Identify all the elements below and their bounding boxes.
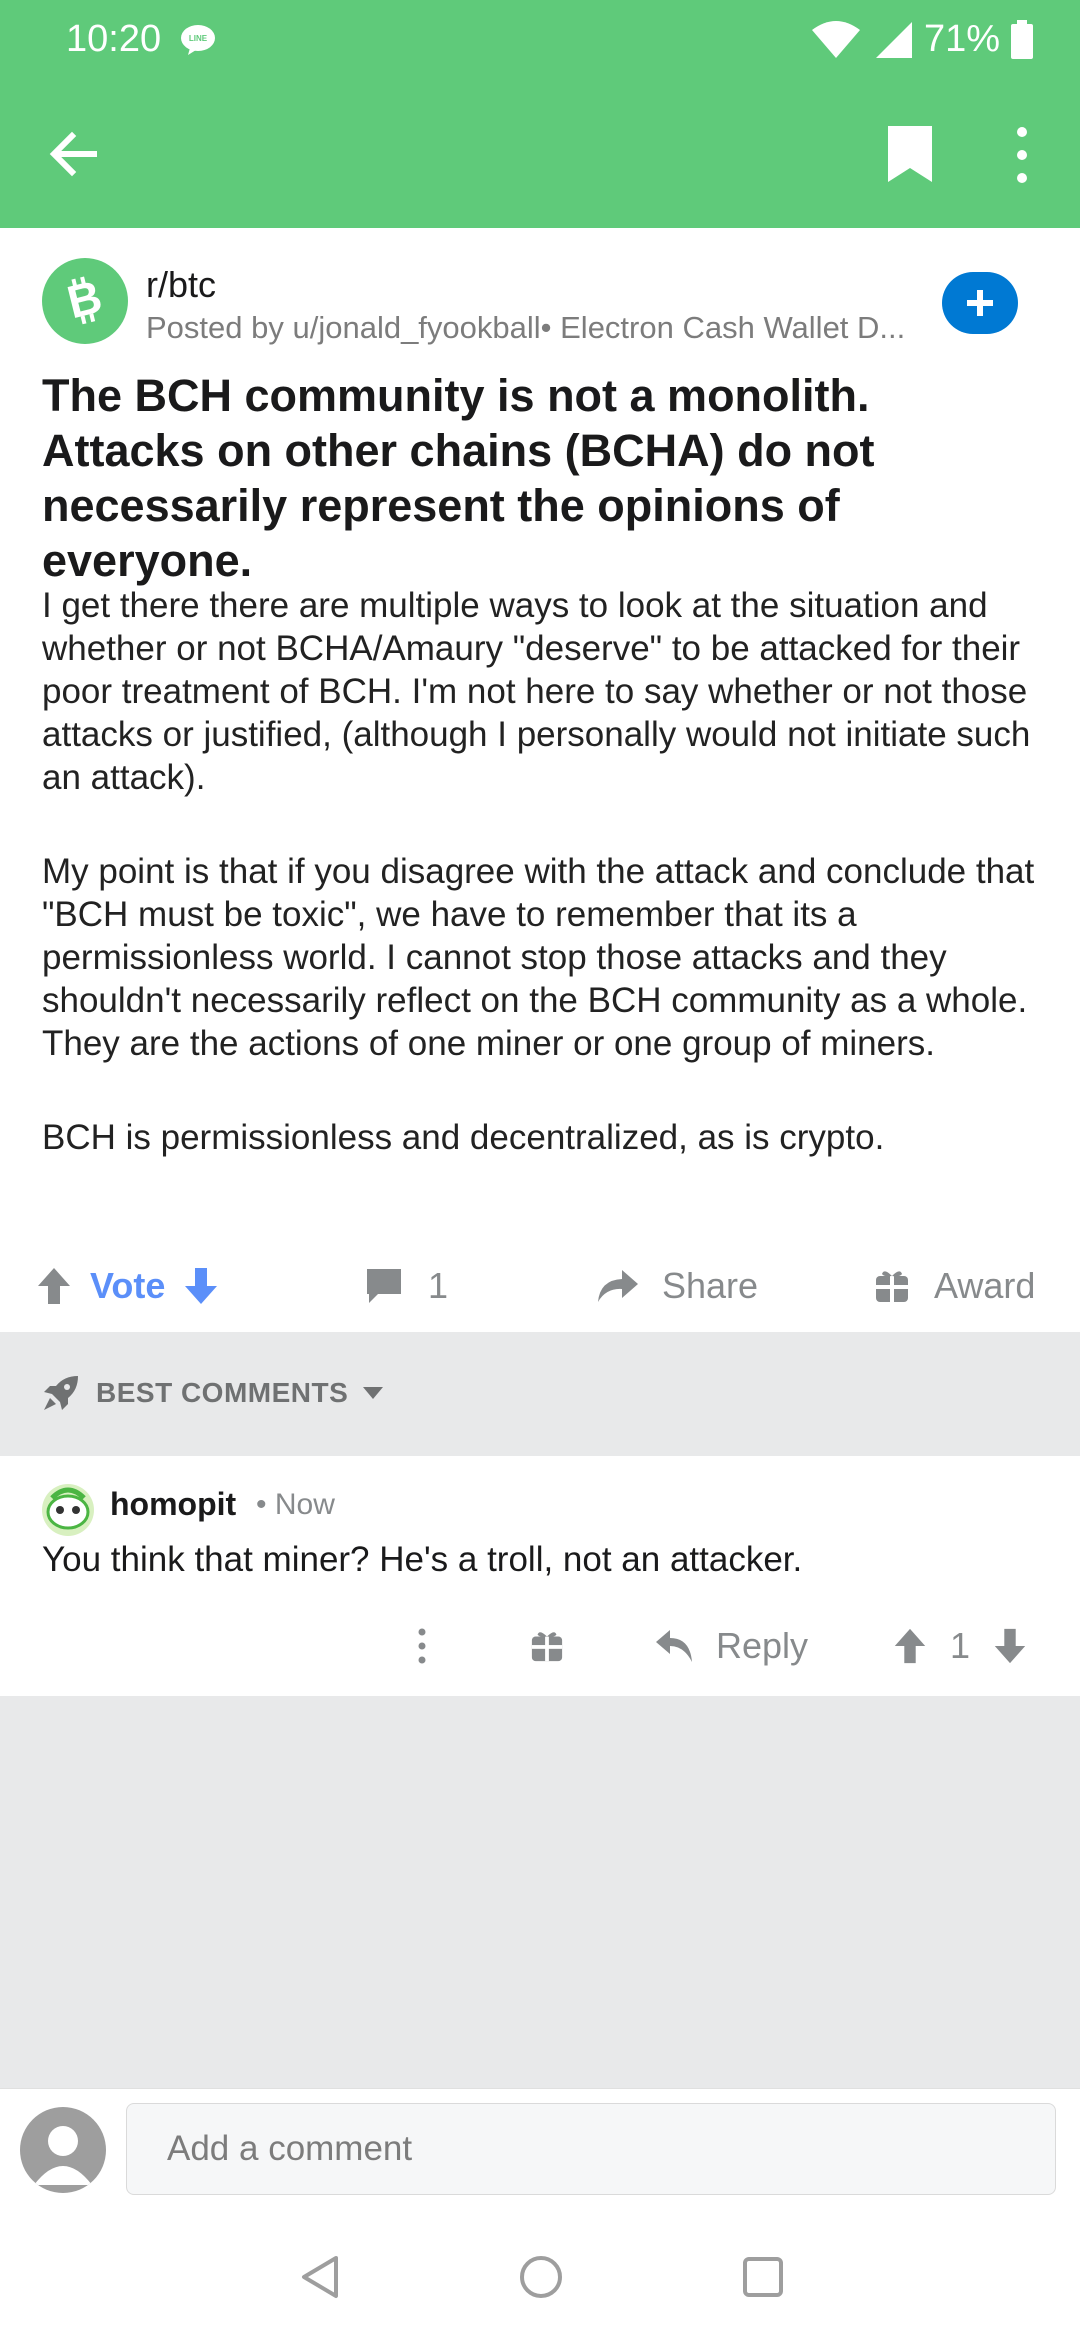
comment-item: homopit • Now You think that miner? He's… <box>0 1456 1080 1696</box>
nav-recents-icon[interactable] <box>738 2252 788 2302</box>
top-app-bar <box>0 80 1080 228</box>
overflow-menu-icon[interactable] <box>1010 124 1034 186</box>
comment-time: • Now <box>256 1488 335 1521</box>
award-button[interactable]: Award <box>874 1240 1035 1332</box>
status-time: 10:20 <box>66 18 162 60</box>
comment-icon <box>367 1269 401 1303</box>
plus-icon <box>967 290 993 316</box>
post-byline[interactable]: Posted by u/jonald_fyookball• Electron C… <box>146 310 905 346</box>
comment-body: You think that miner? He's a troll, not … <box>42 1540 803 1579</box>
post-paragraph: I get there there are multiple ways to l… <box>42 586 1031 797</box>
comment-overflow-button[interactable] <box>410 1606 434 1686</box>
subreddit-avatar[interactable]: B <box>42 258 128 344</box>
share-label: Share <box>662 1265 759 1306</box>
comment-composer <box>0 2088 1080 2211</box>
wifi-icon <box>811 20 860 58</box>
signal-icon <box>875 21 912 58</box>
vote-control: Vote <box>36 1240 219 1332</box>
reply-button[interactable]: Reply <box>654 1606 808 1686</box>
system-nav-bar <box>0 2210 1080 2340</box>
sort-dropdown[interactable]: BEST COMMENTS <box>42 1374 384 1412</box>
join-subreddit-button[interactable] <box>942 272 1018 334</box>
upvote-icon[interactable] <box>892 1627 928 1665</box>
empty-area <box>0 1696 1080 2088</box>
caret-down-icon <box>363 1387 384 1399</box>
comment-count: 1 <box>428 1265 449 1306</box>
commenter-avatar[interactable] <box>40 1480 96 1536</box>
rocket-icon <box>44 1376 78 1410</box>
reply-label: Reply <box>716 1625 809 1666</box>
overflow-menu-icon <box>418 1628 426 1664</box>
bitcoin-cash-icon: B <box>62 273 107 328</box>
downvote-icon[interactable] <box>183 1266 219 1306</box>
battery-icon <box>1011 19 1033 59</box>
comment-award-button[interactable] <box>530 1606 564 1686</box>
comment-author[interactable]: homopit <box>110 1486 236 1523</box>
status-bar: 10:20 LINE 71% <box>0 0 1080 80</box>
award-label: Award <box>934 1265 1036 1306</box>
vote-label: Vote <box>90 1265 166 1306</box>
post-action-bar: Vote 1 Share Award <box>0 1240 1080 1332</box>
subreddit-name[interactable]: r/btc <box>146 264 216 306</box>
downvote-icon[interactable] <box>992 1627 1028 1665</box>
share-icon <box>598 1270 638 1302</box>
post-body: I get there there are multiple ways to l… <box>42 584 1052 1210</box>
upvote-icon[interactable] <box>36 1266 72 1306</box>
svg-text:LINE: LINE <box>189 34 208 43</box>
back-arrow-icon[interactable] <box>44 124 104 184</box>
post-title: The BCH community is not a monolith. Att… <box>42 370 875 586</box>
battery-percent: 71% <box>923 18 1000 60</box>
nav-back-icon[interactable] <box>296 2252 346 2302</box>
award-icon <box>531 1632 563 1662</box>
add-comment-input[interactable] <box>126 2103 1056 2195</box>
comment-score: 1 <box>950 1625 971 1666</box>
comment-action-bar: Reply 1 <box>0 1606 1080 1686</box>
comment-sort-bar: BEST COMMENTS <box>0 1332 1080 1456</box>
share-button[interactable]: Share <box>596 1240 758 1332</box>
line-icon: LINE <box>181 25 215 55</box>
post-paragraph: My point is that if you disagree with th… <box>42 852 1035 1063</box>
user-avatar-icon[interactable] <box>20 2107 106 2193</box>
sort-label: BEST COMMENTS <box>96 1377 349 1408</box>
comment-vote-control: 1 <box>892 1606 1028 1686</box>
comments-button[interactable]: 1 <box>364 1240 448 1332</box>
post-paragraph: BCH is permissionless and decentralized,… <box>42 1118 885 1157</box>
bookmark-icon[interactable] <box>882 124 938 184</box>
reply-icon <box>656 1630 692 1662</box>
award-icon <box>876 1271 908 1302</box>
nav-home-icon[interactable] <box>516 2252 566 2302</box>
